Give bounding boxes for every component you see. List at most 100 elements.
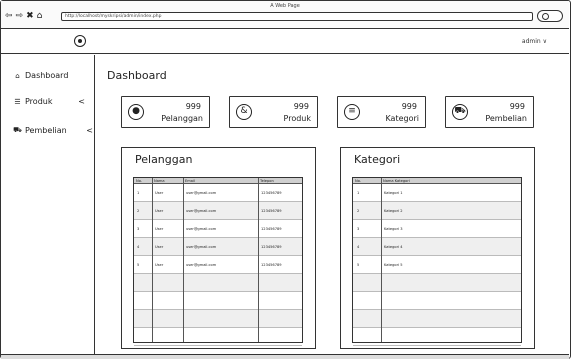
stat-value: 999 <box>293 102 309 111</box>
status-bar <box>1 354 569 359</box>
sidebar-item-label: Pembelian <box>25 126 67 135</box>
table-row[interactable]: 2 Kategori 2 <box>353 202 521 220</box>
main-content: Dashboard ● 999 Pelanggan & 999 Produk ≡… <box>96 55 569 354</box>
cart-icon: ⛟ <box>13 126 22 134</box>
stat-card-produk[interactable]: & 999 Produk <box>229 96 318 128</box>
table-cell: Kategori 5 <box>384 263 403 267</box>
table-cell: user@gmail.com <box>186 245 217 249</box>
stat-label: Kategori <box>385 114 419 123</box>
table-cell: 123456789 <box>261 263 282 267</box>
table-row[interactable] <box>353 328 521 346</box>
table-row[interactable] <box>134 310 302 328</box>
address-bar[interactable]: http://localhost/myskripsi/admin/index.p… <box>61 12 533 21</box>
sidebar-item-label: Dashboard <box>25 71 69 80</box>
sidebar-item-label: Produk <box>25 97 53 106</box>
kategori-panel: Kategori No. Nama Kategori 1 Kategori 12K… <box>340 147 535 349</box>
table-row[interactable] <box>134 274 302 292</box>
table-cell: Kategori 4 <box>384 245 403 249</box>
column-divider <box>152 178 153 342</box>
table-cell: 3 <box>357 227 360 231</box>
browser-window: A Web Page ⇦ ⇨ ✖ ⌂ http://localhost/mysk… <box>0 0 571 359</box>
nav-buttons: ⇦ ⇨ ✖ ⌂ <box>5 11 42 21</box>
close-icon[interactable]: ✖ <box>26 11 34 21</box>
window-title: A Web Page <box>270 3 300 9</box>
stat-card-pembelian[interactable]: ⛟ 999 Pembelian <box>445 96 534 128</box>
table-cell: Kategori 3 <box>384 227 403 231</box>
cart-icon: ⛟ <box>452 104 468 120</box>
table-row[interactable] <box>353 292 521 310</box>
table-cell: user@gmail.com <box>186 227 217 231</box>
list-icon: ≡ <box>344 104 360 120</box>
table-row[interactable] <box>134 328 302 346</box>
table-row[interactable]: 3 Kategori 3 <box>353 220 521 238</box>
table-row[interactable] <box>353 310 521 328</box>
table-cell: Kategori 1 <box>384 191 403 195</box>
back-icon[interactable]: ⇦ <box>5 11 13 21</box>
table-cell: 1 <box>357 191 360 195</box>
panel-title: Pelanggan <box>135 153 193 166</box>
stat-value: 999 <box>509 102 525 111</box>
page-title: Dashboard <box>107 69 167 82</box>
sidebar-item-produk[interactable]: ☰ Produk < <box>13 97 91 106</box>
table-cell: 1 <box>137 191 140 195</box>
table-cell: 4 <box>137 245 140 249</box>
table-cell: 123456789 <box>261 227 282 231</box>
table-row[interactable] <box>134 292 302 310</box>
brand-logo-icon[interactable] <box>74 35 86 47</box>
column-divider <box>381 178 382 342</box>
user-menu[interactable]: admin ∨ <box>522 38 547 45</box>
table-row[interactable]: 1 Kategori 1 <box>353 184 521 202</box>
user-icon: ● <box>128 104 144 120</box>
column-divider <box>258 178 259 342</box>
stat-value: 999 <box>185 102 201 111</box>
column-divider <box>183 178 184 342</box>
table-row[interactable]: 5 User user@gmail.com 123456789 <box>134 256 302 274</box>
home-icon: ⌂ <box>15 71 20 80</box>
table-cell: User <box>155 227 164 231</box>
table-row[interactable]: 3 User user@gmail.com 123456789 <box>134 220 302 238</box>
products-icon: & <box>236 104 252 120</box>
table-row[interactable] <box>353 274 521 292</box>
table-cell: user@gmail.com <box>186 209 217 213</box>
table-cell: 3 <box>137 227 140 231</box>
stat-label: Pembelian <box>485 114 527 123</box>
table-cell: User <box>155 263 164 267</box>
sidebar: ⌂ Dashboard ☰ Produk < ⛟ Pembelian < <box>1 55 95 354</box>
table-cell: User <box>155 209 164 213</box>
table-row[interactable]: 1 User user@gmail.com 123456789 <box>134 184 302 202</box>
table-cell: 123456789 <box>261 209 282 213</box>
table-cell: 5 <box>137 263 140 267</box>
panel-title: Kategori <box>354 153 401 166</box>
search-icon[interactable] <box>537 10 563 22</box>
stat-card-kategori[interactable]: ≡ 999 Kategori <box>337 96 426 128</box>
stat-label: Pelanggan <box>161 114 203 123</box>
home-icon[interactable]: ⌂ <box>37 11 43 21</box>
sidebar-item-dashboard[interactable]: ⌂ Dashboard <box>13 71 91 80</box>
stat-label: Produk <box>283 114 311 123</box>
table-cell: 123456789 <box>261 245 282 249</box>
stat-value: 999 <box>401 102 417 111</box>
chevron-left-icon[interactable]: < <box>78 97 85 106</box>
pelanggan-table: No. Nama Email Telepon 1 User user@gmail.c… <box>133 177 303 346</box>
sidebar-item-pembelian[interactable]: ⛟ Pembelian < <box>13 126 93 135</box>
table-cell: 123456789 <box>261 191 282 195</box>
table-row[interactable]: 5 Kategori 5 <box>353 256 521 274</box>
table-cell: user@gmail.com <box>186 191 217 195</box>
pelanggan-panel: Pelanggan No. Nama Email Telepon 1 User us… <box>121 147 316 349</box>
kategori-table: No. Nama Kategori 1 Kategori 1 2 Kategori 2… <box>352 177 522 346</box>
table-cell: 2 <box>137 209 140 213</box>
list-icon: ☰ <box>14 97 21 106</box>
table-cell: 5 <box>357 263 360 267</box>
table-cell: User <box>155 245 164 249</box>
table-row[interactable]: 2 User user@gmail.com 123456789 <box>134 202 302 220</box>
chevron-left-icon[interactable]: < <box>86 126 93 135</box>
stat-card-pelanggan[interactable]: ● 999 Pelanggan <box>121 96 210 128</box>
browser-toolbar: A Web Page ⇦ ⇨ ✖ ⌂ http://localhost/mysk… <box>1 1 569 29</box>
table-cell: 4 <box>357 245 360 249</box>
table-row[interactable]: 4 Kategori 4 <box>353 238 521 256</box>
table-cell: Kategori 2 <box>384 209 403 213</box>
forward-icon[interactable]: ⇨ <box>16 11 24 21</box>
table-cell: user@gmail.com <box>186 263 217 267</box>
table-cell: User <box>155 191 164 195</box>
table-row[interactable]: 4 User user@gmail.com 123456789 <box>134 238 302 256</box>
